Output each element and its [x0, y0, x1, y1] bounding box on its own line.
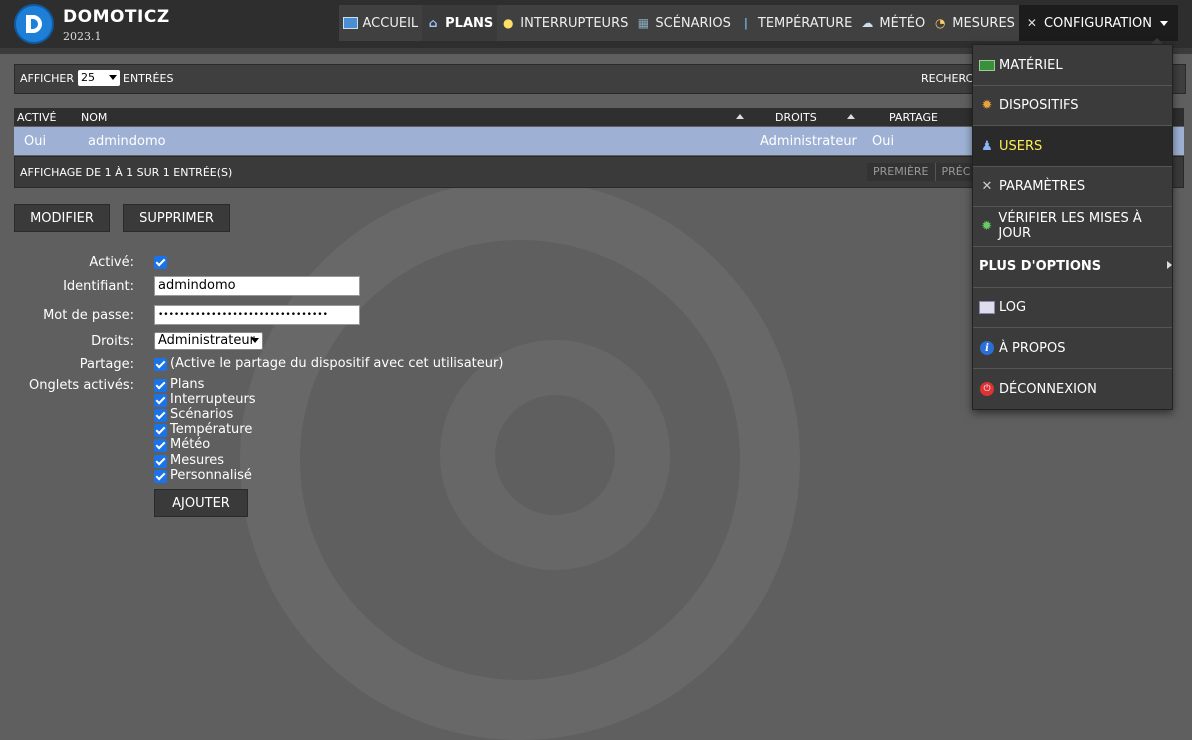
user-icon: ♟ — [981, 138, 993, 154]
tools-icon: ✕ — [981, 178, 993, 194]
pagination: PREMIÈRE PRÉC — [867, 163, 978, 181]
house-icon: ⌂ — [428, 16, 438, 30]
nav-mesures[interactable]: ◔ MESURES — [929, 5, 1019, 41]
tab-personnalise-checkbox[interactable] — [154, 470, 167, 483]
tab-temperature-label: Température — [170, 422, 253, 437]
nav-configuration[interactable]: ✕ CONFIGURATION — [1018, 5, 1178, 41]
nav-plans[interactable]: ⌂ PLANS — [422, 5, 498, 41]
tabs-label: Onglets activés: — [28, 378, 134, 393]
weather-icon: ☁ — [861, 16, 874, 30]
nav-scenarios[interactable]: ▦ SCÉNARIOS — [632, 5, 735, 41]
cell-active: Oui — [24, 134, 47, 149]
share-label: Partage: — [79, 357, 134, 372]
username-input[interactable]: admindomo — [154, 276, 360, 296]
tab-meteo-checkbox[interactable] — [154, 439, 167, 452]
tab-personnalise-label: Personnalisé — [170, 468, 252, 483]
dashboard-icon — [342, 17, 358, 29]
table-info: AFFICHAGE DE 1 À 1 SUR 1 ENTRÉE(S) — [20, 166, 233, 179]
share-checkbox[interactable] — [154, 358, 167, 371]
delete-button[interactable]: SUPPRIMER — [123, 204, 230, 232]
log-list-icon — [979, 299, 995, 315]
main-nav: ACCUEIL ⌂ PLANS ● INTERRUPTEURS ▦ SCÉNAR… — [338, 5, 1178, 41]
brand-name: DOMOTICZ — [63, 7, 170, 27]
col-active[interactable]: ACTIVÉ — [17, 111, 56, 124]
col-rights[interactable]: DROITS — [775, 111, 817, 124]
col-name[interactable]: NOM — [81, 111, 107, 124]
show-suffix: ENTRÉES — [123, 72, 174, 85]
sort-asc-icon — [736, 114, 744, 119]
tab-interrupteurs-label: Interrupteurs — [170, 392, 256, 407]
password-label: Mot de passe: — [43, 308, 134, 323]
nav-accueil[interactable]: ACCUEIL — [339, 5, 423, 41]
active-label: Activé: — [89, 255, 134, 270]
tab-plans-checkbox[interactable] — [154, 379, 167, 392]
update-gear-icon: ✹ — [981, 218, 993, 234]
page-size-select[interactable]: 25 — [78, 70, 120, 86]
clapperboard-icon: ▦ — [637, 16, 650, 30]
active-checkbox[interactable] — [154, 256, 167, 269]
tab-plans-label: Plans — [170, 377, 205, 392]
nav-meteo[interactable]: ☁ MÉTÉO — [856, 5, 929, 41]
menu-logout[interactable]: ⏻ DÉCONNEXION — [973, 369, 1172, 409]
gauge-icon: ◔ — [934, 16, 946, 30]
tab-meteo-label: Météo — [170, 437, 211, 452]
chevron-right-icon — [1167, 261, 1172, 269]
tab-scenarios-checkbox[interactable] — [154, 409, 167, 422]
nav-temperature[interactable]: ǀ TEMPÉRATURE — [735, 5, 857, 41]
tab-interrupteurs-checkbox[interactable] — [154, 394, 167, 407]
add-button[interactable]: AJOUTER — [154, 489, 248, 517]
hardware-board-icon — [979, 57, 995, 73]
rights-select[interactable]: Administrateur — [154, 332, 263, 350]
configuration-menu: MATÉRIEL ✹ DISPOSITIFS ♟ USERS ✕ PARAMÈT… — [972, 44, 1173, 410]
modify-button[interactable]: MODIFIER — [14, 204, 110, 232]
rights-label: Droits: — [91, 334, 134, 349]
col-share[interactable]: PARTAGE — [889, 111, 938, 124]
thermometer-icon: ǀ — [744, 16, 748, 30]
tab-temperature-checkbox[interactable] — [154, 424, 167, 437]
bulb-icon: ● — [503, 16, 514, 30]
cell-share: Oui — [872, 134, 895, 149]
cell-rights: Administrateur — [760, 134, 857, 149]
info-icon: i — [979, 340, 995, 356]
search-label: RECHERC — [921, 72, 974, 85]
tab-scenarios-label: Scénarios — [170, 407, 234, 422]
menu-materiel[interactable]: MATÉRIEL — [973, 45, 1172, 85]
menu-parametres[interactable]: ✕ PARAMÈTRES — [973, 166, 1172, 206]
pager-first[interactable]: PREMIÈRE — [867, 163, 936, 181]
tools-icon: ✕ — [1026, 16, 1037, 30]
sort-asc-icon — [847, 114, 855, 119]
menu-update-check[interactable]: ✹ VÉRIFIER LES MISES À JOUR — [973, 206, 1172, 246]
background-logo-inner — [440, 340, 670, 570]
show-prefix: AFFICHER — [20, 72, 74, 85]
share-text: (Active le partage du dispositif avec ce… — [170, 356, 504, 371]
menu-dispositifs[interactable]: ✹ DISPOSITIFS — [973, 85, 1172, 125]
nav-interrupteurs[interactable]: ● INTERRUPTEURS — [497, 5, 632, 41]
username-label: Identifiant: — [63, 279, 134, 294]
brand-version: 2023.1 — [63, 30, 102, 43]
menu-users[interactable]: ♟ USERS — [973, 126, 1172, 166]
domoticz-logo-icon[interactable] — [14, 4, 54, 44]
tab-mesures-checkbox[interactable] — [154, 455, 167, 468]
power-icon: ⏻ — [979, 381, 995, 397]
menu-about[interactable]: i À PROPOS — [973, 328, 1172, 368]
password-input[interactable]: •••••••••••••••••••••••••••••••• — [154, 305, 360, 325]
menu-more-options[interactable]: PLUS D'OPTIONS — [973, 246, 1178, 286]
cell-name: admindomo — [88, 134, 166, 149]
menu-log[interactable]: LOG — [973, 287, 1172, 327]
tab-mesures-label: Mesures — [170, 453, 225, 468]
chevron-down-icon — [1160, 20, 1168, 26]
gear-icon: ✹ — [981, 97, 993, 113]
